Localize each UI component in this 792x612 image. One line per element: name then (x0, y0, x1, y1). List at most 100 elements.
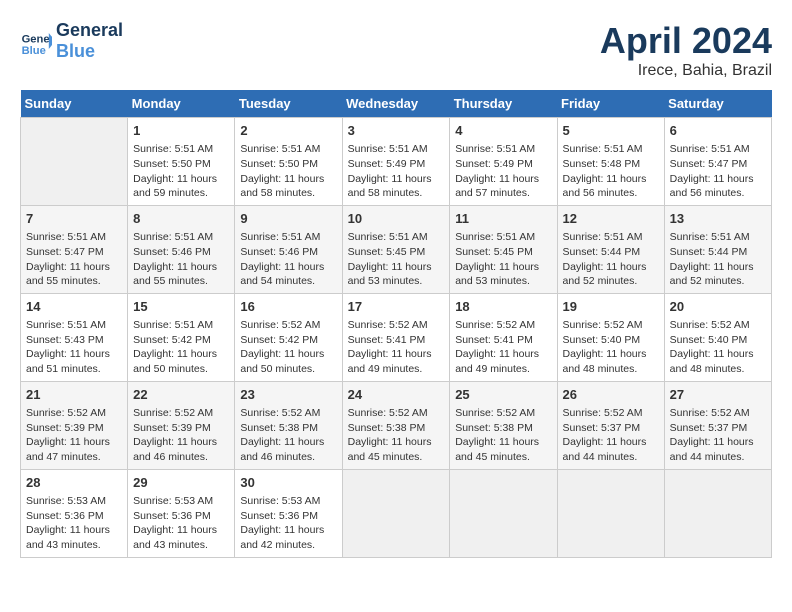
day-info: Sunrise: 5:53 AMSunset: 5:36 PMDaylight:… (240, 494, 336, 553)
day-number: 9 (240, 210, 336, 228)
calendar-cell: 4Sunrise: 5:51 AMSunset: 5:49 PMDaylight… (450, 118, 557, 206)
col-header-monday: Monday (128, 90, 235, 118)
calendar-cell: 20Sunrise: 5:52 AMSunset: 5:40 PMDayligh… (664, 293, 771, 381)
calendar-cell: 18Sunrise: 5:52 AMSunset: 5:41 PMDayligh… (450, 293, 557, 381)
calendar-cell: 9 Sunrise: 5:51 AMSunset: 5:46 PMDaylight… (235, 205, 342, 293)
calendar-cell: 19 Sunrise: 5:52 AMSunset: 5:40 PMDayligh… (557, 293, 664, 381)
day-info: Sunrise: 5:52 AMSunset: 5:37 PMDaylight:… (563, 406, 659, 465)
calendar-header-row: SundayMondayTuesdayWednesdayThursdayFrid… (21, 90, 772, 118)
calendar-cell: 10 Sunrise: 5:51 AMSunset: 5:45 PMDayligh… (342, 205, 450, 293)
day-number: 29 (133, 474, 229, 492)
location-subtitle: Irece, Bahia, Brazil (600, 62, 772, 80)
day-number: 7 (26, 210, 122, 228)
calendar-cell: 3Sunrise: 5:51 AMSunset: 5:49 PMDaylight… (342, 118, 450, 206)
day-number: 1 (133, 122, 229, 140)
calendar-cell: 23 Sunrise: 5:52 AMSunset: 5:38 PMDayligh… (235, 381, 342, 469)
calendar-cell: 24 Sunrise: 5:52 AMSunset: 5:38 PMDayligh… (342, 381, 450, 469)
calendar-week-row: 28 Sunrise: 5:53 AMSunset: 5:36 PMDayligh… (21, 469, 772, 557)
day-info: Sunrise: 5:52 AMSunset: 5:38 PMDaylight:… (240, 406, 336, 465)
day-number: 24 (348, 386, 445, 404)
col-header-sunday: Sunday (21, 90, 128, 118)
day-number: 23 (240, 386, 336, 404)
day-number: 12 (563, 210, 659, 228)
calendar-cell: 6 Sunrise: 5:51 AMSunset: 5:47 PMDaylight… (664, 118, 771, 206)
day-info: Sunrise: 5:51 AMSunset: 5:45 PMDaylight:… (455, 230, 551, 289)
day-info: Sunrise: 5:51 AMSunset: 5:49 PMDaylight:… (348, 142, 445, 201)
day-info: Sunrise: 5:51 AMSunset: 5:45 PMDaylight:… (348, 230, 445, 289)
day-number: 2 (240, 122, 336, 140)
day-info: Sunrise: 5:51 AMSunset: 5:46 PMDaylight:… (240, 230, 336, 289)
day-number: 6 (670, 122, 766, 140)
svg-text:General: General (22, 33, 52, 45)
calendar-cell (557, 469, 664, 557)
calendar-cell: 22Sunrise: 5:52 AMSunset: 5:39 PMDayligh… (128, 381, 235, 469)
calendar-cell (342, 469, 450, 557)
calendar-cell: 21 Sunrise: 5:52 AMSunset: 5:39 PMDayligh… (21, 381, 128, 469)
calendar-cell: 12 Sunrise: 5:51 AMSunset: 5:44 PMDayligh… (557, 205, 664, 293)
day-info: Sunrise: 5:52 AMSunset: 5:38 PMDaylight:… (455, 406, 551, 465)
calendar-cell: 28Sunrise: 5:53 AMSunset: 5:36 PMDayligh… (21, 469, 128, 557)
day-number: 15 (133, 298, 229, 316)
day-number: 18 (455, 298, 551, 316)
day-number: 10 (348, 210, 445, 228)
calendar-table: SundayMondayTuesdayWednesdayThursdayFrid… (20, 90, 772, 558)
logo: General Blue General Blue (20, 20, 123, 61)
day-number: 25 (455, 386, 551, 404)
month-title: April 2024 (600, 20, 772, 62)
day-number: 21 (26, 386, 122, 404)
col-header-friday: Friday (557, 90, 664, 118)
day-info: Sunrise: 5:52 AMSunset: 5:39 PMDaylight:… (26, 406, 122, 465)
calendar-cell: 5 Sunrise: 5:51 AMSunset: 5:48 PMDaylight… (557, 118, 664, 206)
calendar-cell: 2 Sunrise: 5:51 AMSunset: 5:50 PMDaylight… (235, 118, 342, 206)
day-number: 5 (563, 122, 659, 140)
calendar-cell: 11 Sunrise: 5:51 AMSunset: 5:45 PMDayligh… (450, 205, 557, 293)
calendar-cell: 17Sunrise: 5:52 AMSunset: 5:41 PMDayligh… (342, 293, 450, 381)
title-block: April 2024 Irece, Bahia, Brazil (600, 20, 772, 80)
calendar-cell: 29 Sunrise: 5:53 AMSunset: 5:36 PMDayligh… (128, 469, 235, 557)
calendar-cell (450, 469, 557, 557)
day-number: 20 (670, 298, 766, 316)
day-number: 8 (133, 210, 229, 228)
day-info: Sunrise: 5:51 AMSunset: 5:44 PMDaylight:… (563, 230, 659, 289)
day-number: 13 (670, 210, 766, 228)
day-number: 14 (26, 298, 122, 316)
page-header: General Blue General Blue April 2024 Ire… (20, 20, 772, 80)
day-number: 4 (455, 122, 551, 140)
day-info: Sunrise: 5:51 AMSunset: 5:48 PMDaylight:… (563, 142, 659, 201)
day-number: 26 (563, 386, 659, 404)
day-info: Sunrise: 5:51 AMSunset: 5:42 PMDaylight:… (133, 318, 229, 377)
col-header-wednesday: Wednesday (342, 90, 450, 118)
day-info: Sunrise: 5:51 AMSunset: 5:50 PMDaylight:… (133, 142, 229, 201)
col-header-thursday: Thursday (450, 90, 557, 118)
calendar-week-row: 21 Sunrise: 5:52 AMSunset: 5:39 PMDayligh… (21, 381, 772, 469)
svg-text:Blue: Blue (22, 44, 46, 56)
day-info: Sunrise: 5:51 AMSunset: 5:50 PMDaylight:… (240, 142, 336, 201)
calendar-cell: 8 Sunrise: 5:51 AMSunset: 5:46 PMDaylight… (128, 205, 235, 293)
calendar-cell (21, 118, 128, 206)
day-number: 19 (563, 298, 659, 316)
calendar-week-row: 14Sunrise: 5:51 AMSunset: 5:43 PMDayligh… (21, 293, 772, 381)
day-info: Sunrise: 5:51 AMSunset: 5:47 PMDaylight:… (670, 142, 766, 201)
logo-general: General (56, 20, 123, 41)
day-number: 16 (240, 298, 336, 316)
calendar-cell: 15 Sunrise: 5:51 AMSunset: 5:42 PMDayligh… (128, 293, 235, 381)
day-info: Sunrise: 5:52 AMSunset: 5:38 PMDaylight:… (348, 406, 445, 465)
calendar-week-row: 7Sunrise: 5:51 AMSunset: 5:47 PMDaylight… (21, 205, 772, 293)
day-info: Sunrise: 5:52 AMSunset: 5:40 PMDaylight:… (563, 318, 659, 377)
day-number: 11 (455, 210, 551, 228)
day-info: Sunrise: 5:53 AMSunset: 5:36 PMDaylight:… (133, 494, 229, 553)
day-info: Sunrise: 5:52 AMSunset: 5:42 PMDaylight:… (240, 318, 336, 377)
col-header-saturday: Saturday (664, 90, 771, 118)
day-info: Sunrise: 5:52 AMSunset: 5:41 PMDaylight:… (348, 318, 445, 377)
day-info: Sunrise: 5:51 AMSunset: 5:44 PMDaylight:… (670, 230, 766, 289)
day-number: 30 (240, 474, 336, 492)
logo-icon: General Blue (20, 25, 52, 57)
calendar-week-row: 1 Sunrise: 5:51 AMSunset: 5:50 PMDaylight… (21, 118, 772, 206)
calendar-cell: 7Sunrise: 5:51 AMSunset: 5:47 PMDaylight… (21, 205, 128, 293)
day-number: 27 (670, 386, 766, 404)
calendar-cell: 13 Sunrise: 5:51 AMSunset: 5:44 PMDayligh… (664, 205, 771, 293)
day-info: Sunrise: 5:51 AMSunset: 5:46 PMDaylight:… (133, 230, 229, 289)
day-number: 28 (26, 474, 122, 492)
calendar-cell: 1 Sunrise: 5:51 AMSunset: 5:50 PMDaylight… (128, 118, 235, 206)
logo-blue: Blue (56, 41, 123, 62)
